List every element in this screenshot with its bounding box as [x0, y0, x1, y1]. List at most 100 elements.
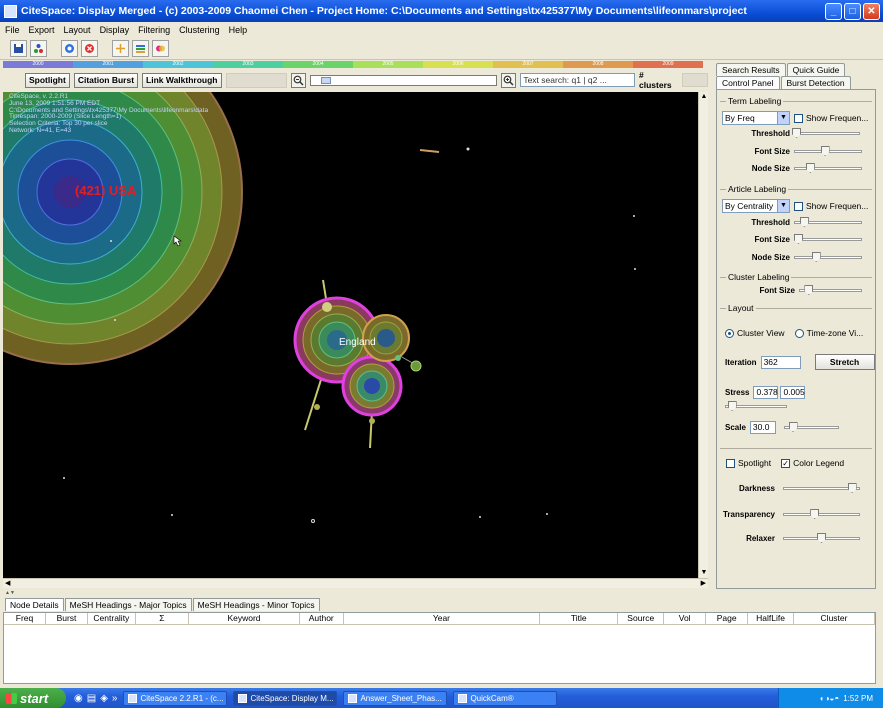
window-titlebar[interactable]: CiteSpace: Display Merged - (c) 2003-200…: [0, 0, 883, 22]
spotlight-checkbox[interactable]: [726, 458, 735, 468]
spotlight-button[interactable]: Spotlight: [25, 72, 70, 88]
color-legend-checkbox[interactable]: ✓: [781, 458, 791, 468]
slider-knob[interactable]: [804, 285, 814, 295]
slider-knob[interactable]: [847, 483, 857, 493]
grid-icon[interactable]: [112, 40, 129, 57]
term-threshold-slider[interactable]: [792, 128, 860, 138]
article-threshold-slider[interactable]: [794, 217, 862, 227]
scale-slider[interactable]: [783, 422, 839, 432]
scroll-down-icon[interactable]: ▼: [699, 568, 709, 578]
network-node[interactable]: [63, 477, 65, 479]
relaxer-slider[interactable]: [783, 533, 860, 543]
scroll-left-icon[interactable]: ◀: [5, 579, 10, 588]
task-citespace-display[interactable]: CiteSpace: Display M...: [233, 690, 338, 706]
term-labeling-mode-select[interactable]: By Freq ▼: [722, 111, 790, 125]
slider-knob[interactable]: [811, 252, 821, 262]
article-show-frequency-checkbox[interactable]: [794, 201, 803, 211]
maximize-button[interactable]: □: [844, 2, 861, 20]
network-node[interactable]: [634, 268, 636, 270]
start-button[interactable]: start: [0, 688, 66, 708]
network-node[interactable]: [110, 240, 112, 242]
browser-icon[interactable]: ◉: [74, 693, 83, 704]
network-node[interactable]: [479, 516, 481, 518]
term-show-frequency-checkbox[interactable]: [794, 113, 803, 123]
scroll-up-icon[interactable]: ▲: [699, 92, 709, 102]
england-cluster[interactable]: [293, 279, 422, 449]
column-header-centrality[interactable]: Centrality: [88, 613, 136, 624]
column-header-title[interactable]: Title: [540, 613, 619, 624]
tab-burst-detection[interactable]: Burst Detection: [780, 76, 851, 89]
slider-knob[interactable]: [810, 509, 820, 519]
slider-knob[interactable]: [792, 128, 801, 138]
column-header-freq[interactable]: Freq: [4, 613, 46, 624]
stress-delta-field[interactable]: 0.005: [780, 386, 806, 399]
cluster-font-size-slider[interactable]: [799, 285, 862, 295]
zoom-slider[interactable]: [309, 74, 498, 86]
task-answer-sheet[interactable]: Answer_Sheet_Phas...: [343, 690, 448, 706]
column-header-source[interactable]: Source: [618, 613, 665, 624]
text-search-input[interactable]: Text search: q1 | q2 ...: [520, 73, 636, 87]
minimize-button[interactable]: _: [825, 2, 842, 20]
network-node[interactable]: [466, 147, 470, 151]
network-canvas[interactable]: (421) USA England CiteSpace, v. 2.2.R1 J…: [3, 92, 698, 578]
column-header-page[interactable]: Page: [706, 613, 749, 624]
slider-knob[interactable]: [817, 533, 826, 543]
menu-export[interactable]: Export: [29, 25, 55, 35]
timezone-view-radio[interactable]: [794, 328, 804, 338]
menu-help[interactable]: Help: [229, 25, 248, 35]
stretch-button[interactable]: Stretch: [814, 354, 875, 370]
menu-layout[interactable]: Layout: [64, 25, 91, 35]
column-header-halflife[interactable]: HalfLife: [748, 613, 794, 624]
palette-icon[interactable]: [152, 40, 169, 57]
cluster-view-radio[interactable]: [725, 328, 734, 338]
menu-clustering[interactable]: Clustering: [179, 25, 220, 35]
menu-file[interactable]: File: [5, 25, 20, 35]
tab-search-results[interactable]: Search Results: [716, 63, 786, 76]
stop-icon[interactable]: [81, 40, 98, 57]
column-header-author[interactable]: Author: [300, 613, 344, 624]
network-node[interactable]: [171, 514, 173, 516]
tab-mesh-major-topics[interactable]: MeSH Headings - Major Topics: [64, 598, 192, 611]
zoom-slider-thumb[interactable]: [320, 76, 331, 84]
refresh-icon[interactable]: [61, 40, 78, 57]
slider-knob[interactable]: [799, 217, 809, 227]
tab-quick-guide[interactable]: Quick Guide: [786, 63, 846, 76]
column-header-burst[interactable]: Burst: [46, 613, 88, 624]
network-node[interactable]: [546, 513, 548, 515]
scroll-right-icon[interactable]: ▶: [701, 579, 706, 588]
menu-display[interactable]: Display: [100, 25, 130, 35]
slider-knob[interactable]: [788, 422, 798, 432]
column-header-keyword[interactable]: Keyword: [189, 613, 300, 624]
network-graph[interactable]: (421) USA England: [3, 92, 698, 578]
darkness-slider[interactable]: [783, 483, 860, 493]
network-node[interactable]: [311, 519, 315, 523]
slider-knob[interactable]: [820, 146, 830, 156]
term-node-size-slider[interactable]: [794, 163, 862, 173]
article-font-size-slider[interactable]: [794, 234, 862, 244]
horizontal-scrollbar[interactable]: ◀ ▶: [3, 578, 708, 588]
scale-field[interactable]: 30.0: [749, 421, 776, 434]
zoom-out-icon[interactable]: [290, 72, 306, 88]
close-button[interactable]: ✕: [863, 2, 880, 20]
tab-node-details[interactable]: Node Details: [5, 598, 64, 611]
stress-field[interactable]: 0.378: [753, 386, 779, 399]
tab-control-panel[interactable]: Control Panel: [716, 76, 780, 89]
article-labeling-mode-select[interactable]: By Centrality ▼: [722, 199, 790, 213]
clock[interactable]: 1:52 PM: [843, 694, 873, 703]
network-node[interactable]: [633, 215, 635, 217]
task-citespace-main[interactable]: CiteSpace 2.2.R1 - (c...: [123, 690, 228, 706]
term-font-size-slider[interactable]: [794, 146, 862, 156]
column-header-year[interactable]: Year: [344, 613, 541, 624]
media-icon[interactable]: ◈: [100, 693, 108, 704]
citation-burst-button[interactable]: Citation Burst: [73, 72, 139, 88]
layers-icon[interactable]: [132, 40, 149, 57]
slider-knob[interactable]: [794, 234, 803, 244]
column-header-vol[interactable]: Vol: [664, 613, 707, 624]
transparency-slider[interactable]: [783, 509, 860, 519]
link-walkthrough-button[interactable]: Link Walkthrough: [142, 72, 222, 88]
stress-slider[interactable]: [725, 401, 787, 411]
split-pane-divider[interactable]: ▲▼: [3, 590, 708, 596]
chevron-right-icon[interactable]: »: [112, 693, 118, 704]
save-icon[interactable]: [10, 40, 27, 57]
network-node[interactable]: [114, 319, 116, 321]
